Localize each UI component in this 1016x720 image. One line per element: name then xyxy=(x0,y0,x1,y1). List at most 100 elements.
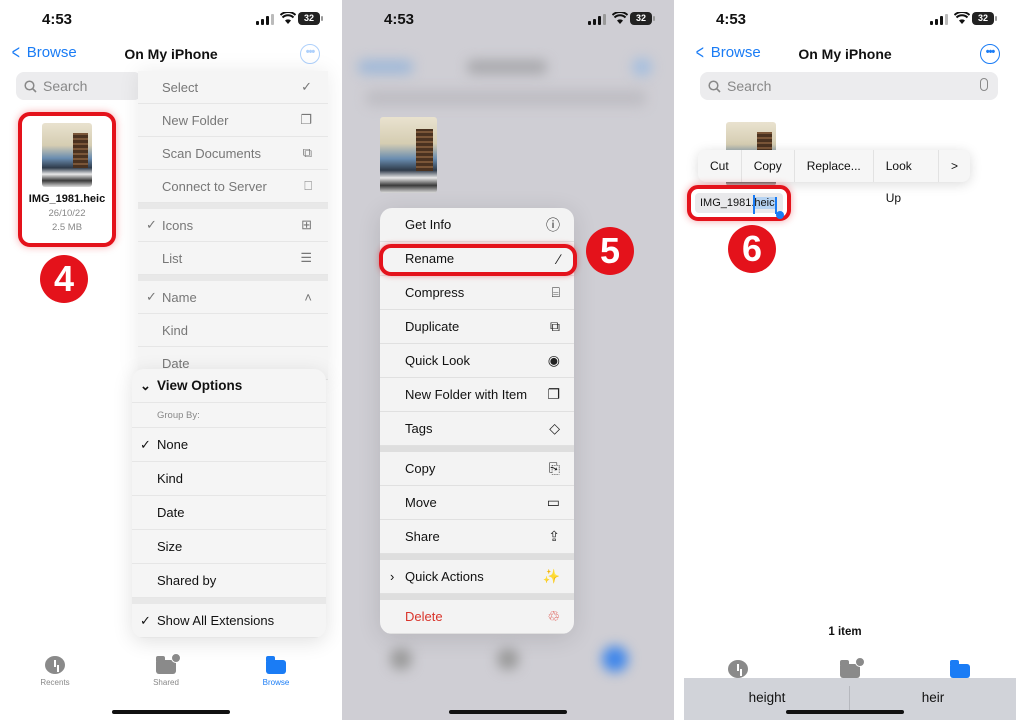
checkmark-icon: ✓ xyxy=(146,217,157,232)
page-title: On My iPhone xyxy=(798,46,892,62)
folder-badge-plus-icon: ❐ xyxy=(300,112,312,127)
context-item-delete[interactable]: Delete ♲ xyxy=(380,600,574,634)
blurred-tab-browse xyxy=(602,646,628,672)
cellular-signal-icon xyxy=(930,14,948,25)
menu-item-list[interactable]: List ☰ xyxy=(138,242,328,275)
square-and-arrow-up-icon: ⇪ xyxy=(548,528,560,544)
group-by-option-none[interactable]: ✓ None xyxy=(132,428,326,462)
folder-badge-plus-icon: ❐ xyxy=(547,386,560,402)
context-item-duplicate[interactable]: Duplicate ⧉ xyxy=(380,310,574,344)
chevron-right-icon[interactable]: > xyxy=(939,150,970,182)
group-by-option-shared-by[interactable]: Shared by xyxy=(132,564,326,598)
status-bar: 4:53 32 xyxy=(0,0,342,40)
search-field[interactable]: Search xyxy=(700,72,998,100)
wifi-icon xyxy=(954,12,970,24)
checkmark-icon: ✓ xyxy=(140,436,151,452)
tab-browse[interactable]: Browse xyxy=(236,656,316,687)
search-placeholder: Search xyxy=(43,78,88,94)
copy-button[interactable]: Copy xyxy=(742,150,795,182)
checkmark-circle-icon: ✓ xyxy=(301,79,312,94)
search-placeholder: Search xyxy=(727,78,772,94)
tag-icon: ◇ xyxy=(549,420,560,436)
plus-square-on-square-icon: ⧉ xyxy=(550,318,560,334)
file-thumbnail xyxy=(380,117,437,193)
file-date: 26/10/22 xyxy=(48,208,86,219)
cellular-signal-icon xyxy=(256,14,274,25)
wand-sparkles-icon: ✨ xyxy=(542,568,560,584)
chevron-right-icon: › xyxy=(390,569,395,584)
selection-handle[interactable] xyxy=(776,211,784,219)
context-item-new-folder-with-item[interactable]: New Folder with Item ❐ xyxy=(380,378,574,412)
look-up-button[interactable]: Look Up xyxy=(874,150,939,205)
group-by-option-size[interactable]: Size xyxy=(132,530,326,564)
rename-highlight: IMG_1981.heic xyxy=(687,185,791,221)
eye-icon: ◉ xyxy=(547,352,560,368)
display-icon: ⎕ xyxy=(304,178,312,193)
view-options-header[interactable]: ⌄ View Options xyxy=(132,369,326,403)
show-all-extensions-toggle[interactable]: ✓ Show All Extensions xyxy=(132,604,326,638)
screen-view-options: 4:53 32 < Browse On My iPhone ••• Search … xyxy=(0,0,342,720)
archivebox-icon: ⌸ xyxy=(551,284,560,300)
context-item-tags[interactable]: Tags ◇ xyxy=(380,412,574,446)
group-by-label: Group By: xyxy=(132,403,326,428)
folder-icon xyxy=(266,656,286,674)
step-badge-4: 4 xyxy=(40,255,88,303)
status-bar: 4:53 32 xyxy=(674,0,1016,40)
menu-item-connect-to-server[interactable]: Connect to Server ⎕ xyxy=(138,170,328,203)
doc-viewfinder-icon: ⧉ xyxy=(302,145,312,160)
search-icon xyxy=(708,79,721,93)
status-time: 4:53 xyxy=(384,11,415,28)
square-grid-icon: ⊞ xyxy=(301,217,312,232)
screen-context-menu: 4:53 32 Get Info ⓘ Rename ∕ Compress ⌸ Duplica… xyxy=(342,0,674,720)
checkmark-icon: ✓ xyxy=(140,612,151,628)
cellular-signal-icon xyxy=(588,14,606,25)
wifi-icon xyxy=(280,12,296,24)
item-count: 1 item xyxy=(828,626,862,638)
nav-bar: < Browse On My iPhone ••• xyxy=(674,40,1016,68)
menu-item-scan-documents[interactable]: Scan Documents ⧉ xyxy=(138,137,328,170)
more-options-button[interactable]: ••• xyxy=(300,44,320,64)
screen-rename: 4:53 32 < Browse On My iPhone ••• Search … xyxy=(674,0,1016,720)
cut-button[interactable]: Cut xyxy=(698,150,742,182)
microphone-icon[interactable] xyxy=(980,78,988,91)
menu-item-new-folder[interactable]: New Folder ❐ xyxy=(138,104,328,137)
group-by-option-date[interactable]: Date xyxy=(132,496,326,530)
home-indicator xyxy=(112,710,230,714)
context-item-share[interactable]: Share ⇪ xyxy=(380,520,574,554)
folder-icon: ▭ xyxy=(546,494,560,510)
more-options-button[interactable]: ••• xyxy=(980,44,1000,64)
trash-icon: ♲ xyxy=(547,608,560,624)
text-edit-menu: Cut Copy Replace... Look Up > xyxy=(698,150,970,205)
replace-button[interactable]: Replace... xyxy=(795,150,874,182)
group-by-option-kind[interactable]: Kind xyxy=(132,462,326,496)
file-size: 2.5 MB xyxy=(51,222,83,233)
home-indicator xyxy=(449,710,567,714)
menu-item-icons[interactable]: ✓ Icons ⊞ xyxy=(138,209,328,242)
file-item-highlighted[interactable]: IMG_1981.heic 26/10/22 2.5 MB xyxy=(18,112,116,247)
checkmark-icon: ✓ xyxy=(146,289,157,304)
folder-icon xyxy=(950,660,970,678)
context-item-quick-look[interactable]: Quick Look ◉ xyxy=(380,344,574,378)
context-item-copy[interactable]: Copy ⎘ xyxy=(380,452,574,486)
rename-input[interactable]: IMG_1981.heic xyxy=(695,193,783,213)
context-item-get-info[interactable]: Get Info ⓘ xyxy=(380,208,574,242)
search-field[interactable]: Search xyxy=(16,72,142,100)
chevron-down-icon: ⌄ xyxy=(140,377,151,393)
suggestion-2[interactable]: heir xyxy=(850,690,1016,705)
blurred-search xyxy=(366,90,646,106)
tab-recents[interactable]: Recents xyxy=(15,656,95,687)
tab-shared[interactable]: Shared xyxy=(126,653,206,687)
context-item-move[interactable]: Move ▭ xyxy=(380,486,574,520)
menu-item-select[interactable]: Select ✓ xyxy=(138,71,328,104)
context-item-quick-actions[interactable]: › Quick Actions ✨ xyxy=(380,560,574,594)
rename-highlight xyxy=(379,244,577,276)
context-item-compress[interactable]: Compress ⌸ xyxy=(380,276,574,310)
menu-item-name[interactable]: ✓ Name ˄ xyxy=(138,281,328,314)
menu-item-kind[interactable]: Kind xyxy=(138,314,328,347)
suggestion-1[interactable]: height xyxy=(684,690,850,705)
status-time: 4:53 xyxy=(716,11,747,28)
status-time: 4:53 xyxy=(42,11,73,28)
shared-folder-icon xyxy=(156,653,181,674)
info-circle-icon: ⓘ xyxy=(546,216,560,233)
blurred-tab-recents xyxy=(390,648,412,670)
